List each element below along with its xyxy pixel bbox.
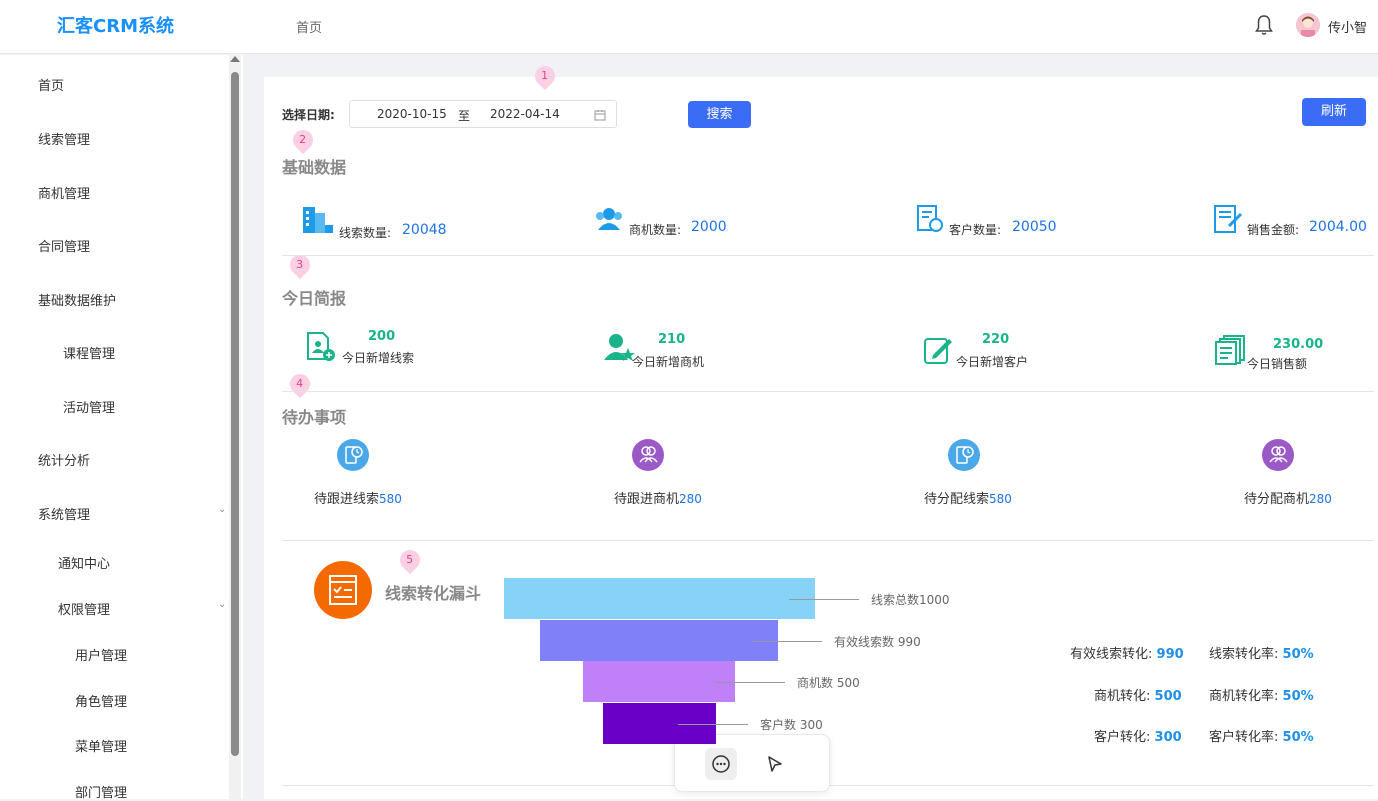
sidebar-scroll-thumb[interactable] bbox=[231, 72, 239, 756]
funnel-leader-line bbox=[715, 682, 785, 683]
bell-icon[interactable] bbox=[1255, 14, 1273, 36]
sidebar-item-basic-data[interactable]: 基础数据维护 bbox=[38, 290, 116, 309]
phone-clock-icon[interactable] bbox=[948, 439, 980, 471]
new-sales-icon bbox=[1215, 335, 1245, 365]
today-label: 今日新增商机 bbox=[632, 355, 705, 369]
sidebar-item-roles[interactable]: 角色管理 bbox=[75, 691, 127, 710]
today-value: 200 bbox=[368, 329, 396, 344]
conversion-rate: 线索转化率: 50% bbox=[1209, 647, 1314, 662]
funnel-leader-line bbox=[678, 723, 748, 725]
date-range-picker[interactable]: 2020-10-15 至 2022-04-14 bbox=[349, 100, 617, 128]
todo-item[interactable]: 待分配线索580 bbox=[924, 488, 1012, 507]
users-icon[interactable] bbox=[1262, 439, 1294, 471]
sidebar-item-statistics[interactable]: 统计分析 bbox=[38, 450, 90, 469]
date-separator: 至 bbox=[458, 109, 471, 123]
funnel-bar[interactable] bbox=[503, 578, 815, 619]
conversion-row: 客户转化: 300 bbox=[1094, 730, 1182, 745]
users-icon[interactable] bbox=[632, 439, 664, 471]
stat-value: 20048 bbox=[402, 222, 447, 238]
todo-item[interactable]: 待跟进线索580 bbox=[314, 488, 402, 507]
chat-button[interactable] bbox=[705, 748, 737, 780]
breadcrumb[interactable]: 首页 bbox=[296, 17, 322, 36]
stat-label: 客户数量: bbox=[949, 223, 1002, 237]
funnel-label: 商机数 500 bbox=[797, 676, 860, 690]
stat-value: 20050 bbox=[1012, 219, 1057, 235]
date-label: 选择日期: bbox=[282, 108, 335, 122]
end-date[interactable]: 2022-04-14 bbox=[490, 107, 560, 121]
new-customer-icon bbox=[924, 338, 952, 364]
stat-value: 2000 bbox=[691, 219, 727, 235]
funnel-label: 线索总数1000 bbox=[871, 593, 950, 607]
funnel-title: 线索转化漏斗 bbox=[385, 584, 482, 603]
section-title-basic: 基础数据 bbox=[282, 158, 347, 177]
stat-value: 2004.00 bbox=[1309, 219, 1367, 235]
sidebar-item-users[interactable]: 用户管理 bbox=[75, 645, 127, 664]
chat-icon bbox=[712, 755, 730, 773]
section-title-today: 今日简报 bbox=[282, 289, 347, 308]
chevron-down-icon[interactable]: ⌄ bbox=[218, 504, 226, 515]
pointer-button[interactable] bbox=[759, 748, 791, 780]
sidebar-item-notifications[interactable]: 通知中心 bbox=[58, 553, 110, 572]
todo-item[interactable]: 待分配商机280 bbox=[1244, 488, 1332, 507]
sidebar-item-courses[interactable]: 课程管理 bbox=[63, 343, 115, 362]
conversion-row: 有效线索转化: 990 bbox=[1070, 647, 1184, 662]
sidebar: 首页 线索管理 商机管理 合同管理 基础数据维护 课程管理 活动管理 统计分析 … bbox=[0, 55, 243, 801]
calendar-icon bbox=[594, 110, 606, 121]
today-value: 210 bbox=[658, 332, 686, 347]
sales-doc-icon bbox=[1214, 205, 1243, 233]
funnel-leader-line bbox=[752, 640, 822, 642]
funnel-bar[interactable] bbox=[540, 619, 778, 661]
cursor-icon bbox=[768, 756, 782, 772]
refresh-button[interactable]: 刷新 bbox=[1302, 98, 1366, 126]
today-value: 220 bbox=[982, 332, 1010, 347]
sidebar-item-opportunities[interactable]: 商机管理 bbox=[38, 183, 90, 202]
funnel-label: 有效线索数 990 bbox=[834, 634, 921, 649]
new-opportunity-icon bbox=[604, 334, 635, 361]
divider bbox=[282, 540, 1374, 541]
sidebar-item-system[interactable]: 系统管理 bbox=[38, 504, 90, 523]
chevron-down-icon[interactable]: ⌄ bbox=[218, 599, 226, 610]
todo-item[interactable]: 待跟进商机280 bbox=[614, 488, 702, 507]
today-label: 今日新增客户 bbox=[956, 355, 1029, 369]
sidebar-item-activities[interactable]: 活动管理 bbox=[63, 397, 115, 416]
search-button[interactable]: 搜索 bbox=[688, 101, 751, 128]
divider bbox=[282, 391, 1374, 392]
phone-clock-icon[interactable] bbox=[337, 439, 369, 471]
stat-label: 销售金额: bbox=[1247, 223, 1300, 237]
conversion-rate: 商机转化率: 50% bbox=[1209, 689, 1314, 704]
section-title-todo: 待办事项 bbox=[282, 408, 347, 427]
sidebar-item-leads[interactable]: 线索管理 bbox=[38, 129, 90, 148]
username[interactable]: 传小智 bbox=[1328, 17, 1367, 36]
today-value: 230.00 bbox=[1273, 337, 1324, 352]
app-logo[interactable]: 汇客CRM系统 bbox=[57, 12, 174, 38]
today-label: 今日新增线索 bbox=[342, 351, 415, 365]
funnel-leader-line bbox=[789, 599, 859, 600]
conversion-row: 商机转化: 500 bbox=[1094, 689, 1182, 704]
today-label: 今日销售额 bbox=[1247, 357, 1308, 371]
divider bbox=[282, 255, 1374, 256]
new-lead-icon bbox=[307, 332, 335, 361]
sidebar-item-menus[interactable]: 菜单管理 bbox=[75, 736, 127, 755]
sidebar-item-contracts[interactable]: 合同管理 bbox=[38, 236, 90, 255]
top-header: 汇客CRM系统 首页 传小智 bbox=[0, 0, 1378, 54]
funnel-bar[interactable] bbox=[583, 661, 735, 702]
stat-label: 商机数量: bbox=[629, 223, 682, 237]
stat-label: 线索数量: bbox=[339, 226, 392, 240]
funnel-badge-icon bbox=[314, 561, 372, 619]
building-icon bbox=[303, 207, 333, 233]
scroll-up-arrow-icon[interactable] bbox=[230, 56, 240, 62]
conversion-rate: 客户转化率: 50% bbox=[1209, 730, 1314, 745]
sidebar-item-home[interactable]: 首页 bbox=[38, 75, 64, 94]
sidebar-item-permissions[interactable]: 权限管理 bbox=[58, 599, 110, 618]
start-date[interactable]: 2020-10-15 bbox=[377, 107, 447, 121]
sidebar-item-departments[interactable]: 部门管理 bbox=[75, 782, 127, 801]
funnel-label: 客户数 300 bbox=[760, 717, 823, 732]
customer-doc-icon bbox=[917, 205, 943, 232]
avatar[interactable] bbox=[1296, 13, 1320, 37]
team-icon bbox=[596, 208, 622, 230]
